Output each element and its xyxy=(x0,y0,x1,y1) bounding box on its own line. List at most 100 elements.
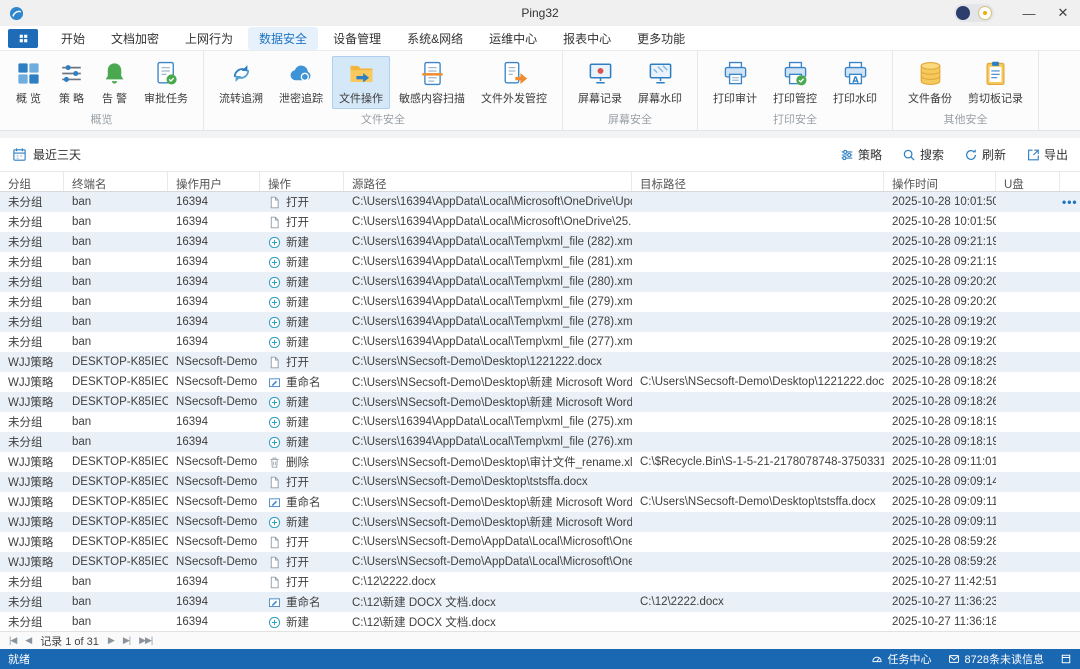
column-header[interactable]: U盘 xyxy=(996,172,1060,191)
ribbon-item[interactable]: 泄密追踪 xyxy=(272,56,330,109)
cell-target xyxy=(632,432,884,452)
task-center-button[interactable]: 任务中心 xyxy=(871,651,932,667)
ribbon-item[interactable]: 流转追溯 xyxy=(212,56,270,109)
cell-source: C:\12\新建 DOCX 文档.docx xyxy=(344,612,632,631)
table-row[interactable]: 未分组ban16394打开C:\12\2222.docx2025-10-27 1… xyxy=(0,572,1080,592)
cell-time: 2025-10-28 09:09:14 xyxy=(884,472,996,492)
toolbar-search-button[interactable]: 搜索 xyxy=(902,146,944,163)
ribbon-item[interactable]: 屏幕记录 xyxy=(571,56,629,109)
table-row[interactable]: 未分组ban16394新建C:\Users\16394\AppData\Loca… xyxy=(0,252,1080,272)
table-row[interactable]: 未分组ban16394新建C:\Users\16394\AppData\Loca… xyxy=(0,232,1080,252)
table-row[interactable]: 未分组ban16394新建C:\Users\16394\AppData\Loca… xyxy=(0,432,1080,452)
table-row[interactable]: 未分组ban16394打开C:\Users\16394\AppData\Loca… xyxy=(0,192,1080,212)
table-row[interactable]: WJJ策略DESKTOP-K85IEOFNSecsoft-Demo打开C:\Us… xyxy=(0,472,1080,492)
menu-tab[interactable]: 设备管理 xyxy=(322,27,392,50)
light-mode-icon xyxy=(978,6,992,20)
ribbon-item[interactable]: 文件备份 xyxy=(901,56,959,109)
cell-op: 新建 xyxy=(260,252,344,272)
column-header[interactable]: 操作用户 xyxy=(168,172,260,191)
toolbar-policy-button[interactable]: 策略 xyxy=(840,146,882,163)
menu-tab[interactable]: 运维中心 xyxy=(478,27,548,50)
ribbon-item[interactable]: 剪切板记录 xyxy=(961,56,1030,109)
ribbon-item[interactable]: 打印水印 xyxy=(826,56,884,109)
menu-tab[interactable]: 系统&网络 xyxy=(396,27,474,50)
pager-prev-icon[interactable]: ◀ xyxy=(25,635,31,646)
table-row[interactable]: WJJ策略DESKTOP-K85IEOFNSecsoft-Demo打开C:\Us… xyxy=(0,532,1080,552)
menu-tab[interactable]: 数据安全 xyxy=(248,27,318,50)
ribbon-item[interactable]: 文件操作 xyxy=(332,56,390,109)
operation-label: 打开 xyxy=(286,214,309,230)
column-header[interactable]: 源路径 xyxy=(344,172,632,191)
pager-first-icon[interactable]: |◀ xyxy=(9,635,16,646)
cell-terminal: ban xyxy=(64,592,168,612)
cell-time: 2025-10-28 09:18:19 xyxy=(884,432,996,452)
table-row[interactable]: WJJ策略DESKTOP-K85IEOFNSecsoft-Demo打开C:\Us… xyxy=(0,352,1080,372)
table-row[interactable]: 未分组ban16394新建C:\Users\16394\AppData\Loca… xyxy=(0,292,1080,312)
pager-last-icon[interactable]: ▶| xyxy=(123,635,130,646)
table-row[interactable]: WJJ策略DESKTOP-K85IEOFNSecsoft-Demo重命名C:\U… xyxy=(0,372,1080,392)
toolbar-export-button[interactable]: 导出 xyxy=(1026,146,1068,163)
column-header[interactable]: 分组 xyxy=(0,172,64,191)
file-operations-table: 分组终端名操作用户操作源路径目标路径操作时间U盘 未分组ban16394打开C:… xyxy=(0,171,1080,631)
operation-label: 新建 xyxy=(286,434,309,450)
menu-tab[interactable]: 上网行为 xyxy=(174,27,244,50)
pager-fast-icon[interactable]: ▶▶| xyxy=(139,635,152,646)
theme-toggle[interactable] xyxy=(954,4,994,22)
table-row[interactable]: 未分组ban16394重命名C:\12\新建 DOCX 文档.docxC:\12… xyxy=(0,592,1080,612)
pager-next-icon[interactable]: ▶ xyxy=(108,635,114,646)
ribbon-group: 文件备份剪切板记录其他安全 xyxy=(893,51,1039,130)
table-row[interactable]: 未分组ban16394新建C:\Users\16394\AppData\Loca… xyxy=(0,312,1080,332)
ribbon-item[interactable]: 审批任务 xyxy=(137,56,195,109)
menu-tab[interactable]: 更多功能 xyxy=(626,27,696,50)
filterbar: 最近三天 策略 搜索 刷新 导出 xyxy=(0,138,1080,171)
table-row[interactable]: 未分组ban16394新建C:\12\新建 DOCX 文档.docx2025-1… xyxy=(0,612,1080,631)
ribbon-item[interactable]: 文件外发管控 xyxy=(474,56,554,109)
table-row[interactable]: 未分组ban16394新建C:\Users\16394\AppData\Loca… xyxy=(0,272,1080,292)
ribbon-item-label: 告 警 xyxy=(102,90,127,106)
column-header[interactable]: 操作 xyxy=(260,172,344,191)
column-header[interactable]: 终端名 xyxy=(64,172,168,191)
ribbon-item[interactable]: 告 警 xyxy=(94,56,135,109)
cell-time: 2025-10-28 09:09:11 xyxy=(884,512,996,532)
app-menu-button[interactable] xyxy=(8,29,38,48)
table-row[interactable]: 未分组ban16394打开C:\Users\16394\AppData\Loca… xyxy=(0,212,1080,232)
policy-icon xyxy=(840,148,854,162)
cell-source: C:\Users\NSecsoft-Demo\Desktop\tstsffa.d… xyxy=(344,472,632,492)
ribbon-item-label: 打印水印 xyxy=(833,90,877,106)
unread-messages-button[interactable]: 8728条未读信息 xyxy=(948,651,1044,667)
table-row[interactable]: 未分组ban16394新建C:\Users\16394\AppData\Loca… xyxy=(0,332,1080,352)
cell-target xyxy=(632,532,884,552)
close-button[interactable]: ✕ xyxy=(1046,0,1080,26)
panel-toggle-icon[interactable] xyxy=(1060,653,1072,665)
table-row[interactable]: WJJ策略DESKTOP-K85IEOFNSecsoft-Demo新建C:\Us… xyxy=(0,392,1080,412)
cell-op: 重命名 xyxy=(260,372,344,392)
table-row[interactable]: WJJ策略DESKTOP-K85IEOFNSecsoft-Demo新建C:\Us… xyxy=(0,512,1080,532)
column-header[interactable]: 目标路径 xyxy=(632,172,884,191)
menu-tab[interactable]: 开始 xyxy=(50,27,96,50)
ribbon-item[interactable]: 策 略 xyxy=(51,56,92,109)
ribbon-item[interactable]: 概 览 xyxy=(8,56,49,109)
menu-tab[interactable]: 报表中心 xyxy=(552,27,622,50)
ribbon-item[interactable]: 敏感内容扫描 xyxy=(392,56,472,109)
table-row[interactable]: WJJ策略DESKTOP-K85IEOFNSecsoft-Demo删除C:\Us… xyxy=(0,452,1080,472)
row-menu[interactable]: ••• xyxy=(1060,192,1080,212)
cell-user: 16394 xyxy=(168,212,260,232)
cell-user: 16394 xyxy=(168,412,260,432)
cell-source: C:\Users\16394\AppData\Local\Microsoft\O… xyxy=(344,192,632,212)
table-row[interactable]: WJJ策略DESKTOP-K85IEOFNSecsoft-Demo重命名C:\U… xyxy=(0,492,1080,512)
cell-group: 未分组 xyxy=(0,332,64,352)
table-header: 分组终端名操作用户操作源路径目标路径操作时间U盘 xyxy=(0,171,1080,192)
toolbar-refresh-button[interactable]: 刷新 xyxy=(964,146,1006,163)
bell-icon xyxy=(101,60,128,87)
cell-target xyxy=(632,552,884,572)
ribbon-item[interactable]: 屏幕水印 xyxy=(631,56,689,109)
table-row[interactable]: 未分组ban16394新建C:\Users\16394\AppData\Loca… xyxy=(0,412,1080,432)
ribbon-item[interactable]: 打印管控 xyxy=(766,56,824,109)
trash-icon xyxy=(268,456,281,469)
table-row[interactable]: WJJ策略DESKTOP-K85IEOFNSecsoft-Demo打开C:\Us… xyxy=(0,552,1080,572)
column-header[interactable]: 操作时间 xyxy=(884,172,996,191)
minimize-button[interactable]: — xyxy=(1012,0,1046,26)
date-range-filter[interactable]: 最近三天 xyxy=(12,146,81,163)
ribbon-item[interactable]: 打印审计 xyxy=(706,56,764,109)
menu-tab[interactable]: 文档加密 xyxy=(100,27,170,50)
